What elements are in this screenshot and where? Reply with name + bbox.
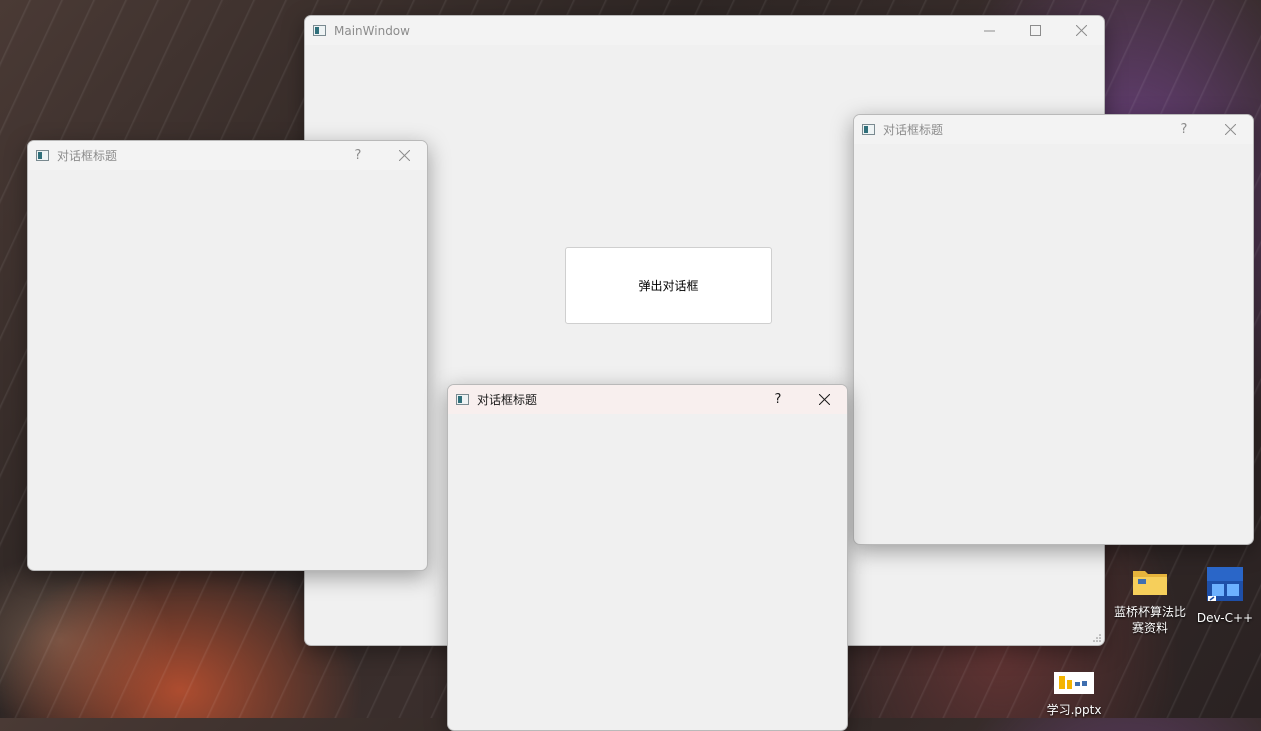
app-window-icon bbox=[456, 394, 469, 405]
help-button[interactable]: ? bbox=[1161, 115, 1207, 144]
close-button[interactable] bbox=[381, 141, 427, 170]
main-window-titlebar[interactable]: MainWindow bbox=[305, 16, 1104, 45]
close-icon bbox=[398, 150, 410, 161]
close-button[interactable] bbox=[1058, 16, 1104, 45]
help-button[interactable]: ? bbox=[335, 141, 381, 170]
dev-cpp-icon bbox=[1207, 567, 1243, 601]
dialog-titlebar[interactable]: 对话框标题 ? bbox=[28, 141, 427, 170]
dialog-title: 对话框标题 bbox=[57, 149, 118, 163]
dialog-titlebar[interactable]: 对话框标题 ? bbox=[448, 385, 847, 414]
dialog-title: 对话框标题 bbox=[883, 123, 944, 137]
open-dialog-button[interactable]: 弹出对话框 bbox=[565, 247, 772, 324]
dialog-window-active[interactable]: 对话框标题 ? bbox=[447, 384, 848, 731]
desktop-icon-label: 学习.pptx bbox=[1046, 703, 1102, 717]
desktop-icon-pptx[interactable]: 学习.pptx bbox=[1035, 672, 1113, 718]
dialog-title: 对话框标题 bbox=[477, 393, 538, 407]
close-button[interactable] bbox=[801, 385, 847, 414]
close-icon bbox=[1075, 25, 1087, 36]
pptx-file-icon bbox=[1054, 672, 1094, 694]
dialog-window-left[interactable]: 对话框标题 ? bbox=[27, 140, 428, 571]
desktop-icon-folder[interactable]: 蓝桥杯算法比赛资料 bbox=[1111, 566, 1189, 636]
dialog-window-right[interactable]: 对话框标题 ? bbox=[853, 114, 1254, 545]
app-window-icon bbox=[36, 150, 49, 161]
app-window-icon bbox=[313, 25, 326, 36]
help-button[interactable]: ? bbox=[755, 385, 801, 414]
desktop-icon-devcpp[interactable]: Dev-C++ bbox=[1186, 566, 1261, 626]
desktop-icon-label: Dev-C++ bbox=[1196, 611, 1254, 625]
resize-grip-icon[interactable] bbox=[1093, 634, 1101, 642]
maximize-button[interactable] bbox=[1012, 16, 1058, 45]
main-window-title: MainWindow bbox=[334, 23, 410, 38]
close-icon bbox=[818, 394, 830, 405]
folder-icon bbox=[1133, 571, 1167, 595]
app-window-icon bbox=[862, 124, 875, 135]
close-button[interactable] bbox=[1207, 115, 1253, 144]
minimize-icon bbox=[983, 30, 995, 32]
close-icon bbox=[1224, 124, 1236, 135]
maximize-icon bbox=[1029, 25, 1041, 36]
dialog-titlebar[interactable]: 对话框标题 ? bbox=[854, 115, 1253, 144]
desktop-icon-label: 蓝桥杯算法比赛资料 bbox=[1113, 605, 1186, 635]
minimize-button[interactable] bbox=[966, 16, 1012, 45]
